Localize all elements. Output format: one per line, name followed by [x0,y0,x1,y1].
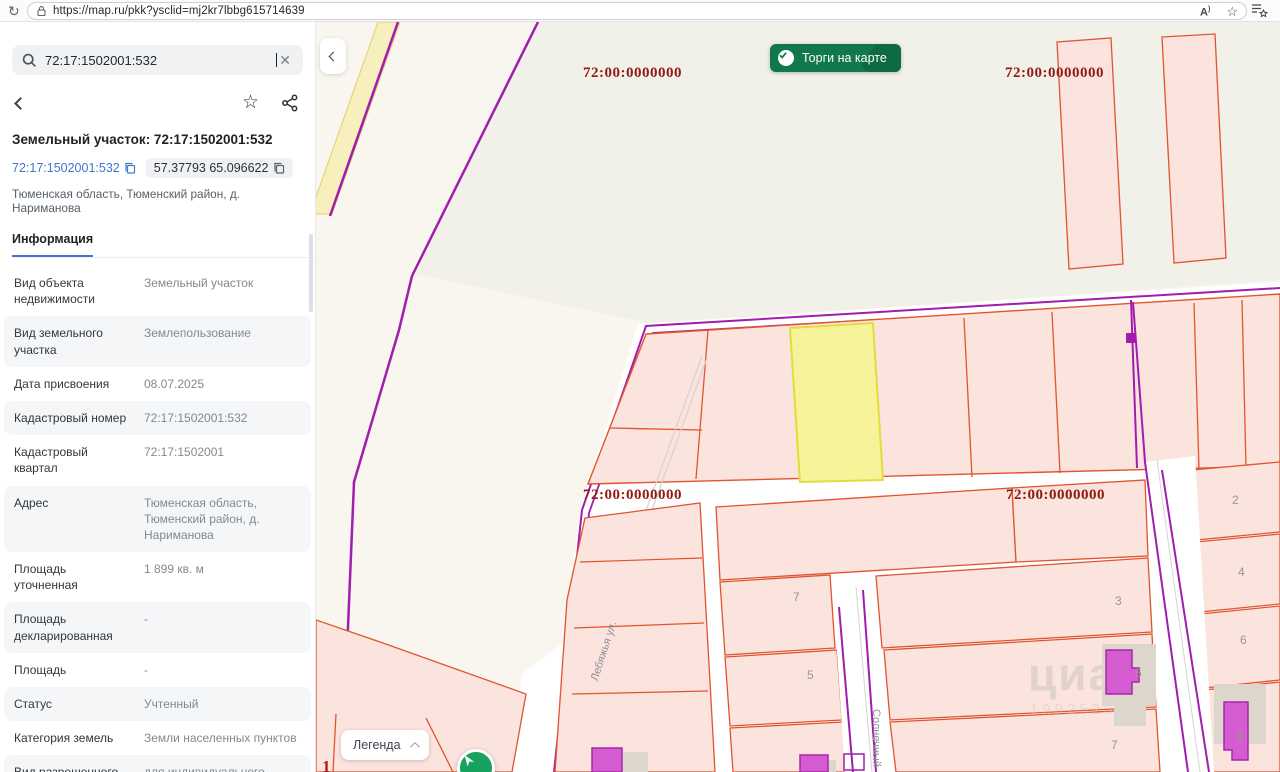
navigation-arrow-icon [460,752,476,768]
cadastral-parcel[interactable] [1162,34,1226,263]
table-row: Категория земельЗемли населенных пунктов [4,721,311,755]
parcel-number-label: 1 [322,757,331,772]
parcel-info-panel: 72:17:1502001:532 ✕ ☆ Земельный участок:… [0,22,316,772]
browser-address-bar: ↻ https://map.ru/pkk?ysclid=mj2kr7lbbg61… [0,0,1280,22]
page-title: Земельный участок: 72:17:1502001:532 [12,132,303,147]
parcel-number-label: 5 [1135,666,1142,680]
building-shadow [1114,704,1146,726]
selected-parcel[interactable] [790,323,883,482]
collapse-panel-button[interactable] [320,38,346,74]
building [800,755,828,772]
table-row: Кадастровый номер72:17:1502001:532 [4,401,311,435]
table-row: Площадь декларированная- [4,602,311,652]
coordinates-chip[interactable]: 57.37793 65.096622 [146,158,294,178]
favorite-object-icon[interactable]: ☆ [242,94,259,112]
url-field[interactable]: https://map.ru/pkk?ysclid=mj2kr7lbbg6157… [27,2,1247,20]
url-text: https://map.ru/pkk?ysclid=mj2kr7lbbg6157… [53,5,305,17]
lock-icon [36,5,47,17]
street-label-solnechnyy: Солнечный [870,709,882,767]
table-row: Дата присвоения08.07.2025 [4,367,311,401]
table-row: Вид разрешенного использованиядля индиви… [4,755,311,772]
search-value: 72:17:1502001:532 [45,53,276,68]
cadastral-parcel[interactable] [720,575,835,655]
copy-icon[interactable] [273,162,285,174]
table-row: Площадь уточненная1 899 кв. м [4,552,311,602]
chevron-up-icon [410,741,420,751]
info-table: Вид объекта недвижимостиЗемельный участо… [4,266,311,772]
clear-search-icon[interactable]: ✕ [277,52,293,69]
quarter-label: 72:00:0000000 [583,487,682,503]
object-address: Тюменская область, Тюменский район, д. Н… [12,187,303,215]
favorite-star-icon[interactable]: ☆ [1226,4,1238,20]
table-row: Кадастровый квартал72:17:1502001 [4,435,311,485]
table-row: Вид земельного участкаЗемлепользование [4,316,311,366]
quarter-label: 72:00:0000000 [1005,65,1104,81]
cadastral-block[interactable] [555,503,715,772]
table-row: СтатусУчтенный [4,687,311,721]
table-row: Вид объекта недвижимостиЗемельный участо… [4,266,311,316]
search-input[interactable]: 72:17:1502001:532 ✕ [12,45,303,75]
cadastral-map[interactable]: циан 19925231 72:00:0000000 72:00:000000… [316,22,1280,772]
cadastral-parcel[interactable] [725,650,842,726]
collections-icon[interactable] [1251,2,1268,18]
cadastral-parcel[interactable] [1200,606,1280,688]
copy-icon[interactable] [124,162,136,174]
cadastral-number-link[interactable]: 72:17:1502001:532 [12,161,136,175]
parcel-number-label: 6 [1240,633,1247,647]
search-icon [22,53,37,68]
parcel-number-label: 2 [1232,493,1239,507]
parcel-number-label: 7 [793,590,800,604]
table-row: Площадь- [4,653,311,687]
read-aloud-icon[interactable]: A) [1200,6,1210,19]
share-icon[interactable] [281,94,299,112]
sidebar-scrollbar[interactable] [309,234,313,312]
legend-button[interactable]: Легенда [341,730,429,760]
quarter-label: 72:00:0000000 [1006,487,1105,503]
back-chevron-icon[interactable] [14,97,27,110]
trades-on-map-button[interactable]: Торги на карте [770,44,901,72]
parcel-number-label: 3 [1115,594,1122,608]
check-icon [778,50,794,66]
parcel-number-label: 4 [1238,565,1245,579]
quarter-label: 72:00:0000000 [583,65,682,81]
building [592,748,622,772]
table-row: АдресТюменская область, Тюменский район,… [4,486,311,553]
parcel-number-label: 8 [1236,729,1243,743]
parcel-number-label: 7 [1111,738,1118,752]
tab-information[interactable]: Информация [12,232,93,257]
parcel-number-label: 5 [807,668,814,682]
chevron-left-icon [328,51,338,61]
reload-icon[interactable]: ↻ [8,3,20,19]
